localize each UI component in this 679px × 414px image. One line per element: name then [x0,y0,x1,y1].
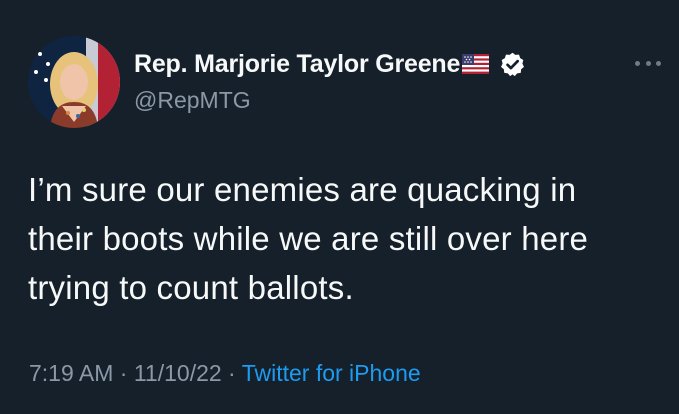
tweet-text-line: their boots while we are still over here [28,220,589,257]
tweet-text-line: I’m sure our enemies are quacking in [28,171,577,208]
tweet-metadata: 7:19 AM · 11/10/22 · Twitter for iPhone [29,357,421,389]
more-dot [645,60,651,66]
author-display-name[interactable]: Rep. Marjorie Taylor Greene [134,50,460,79]
avatar-photo [28,36,120,128]
meta-separator: · [221,360,242,386]
tweet-date[interactable]: 11/10/22 [134,360,222,386]
more-dot [656,60,661,66]
us-flag-emoji [462,54,490,74]
author-handle[interactable]: @RepMTG [134,85,609,115]
more-dot [635,60,640,66]
meta-separator: · [113,360,134,386]
name-row: Rep. Marjorie Taylor Greene [134,47,609,81]
tweet-text: I’m sure our enemies are quacking in the… [28,165,668,312]
verified-badge-icon [499,51,526,78]
tweet-card: Rep. Marjorie Taylor Greene @RepMTG I’m … [0,0,679,414]
tweet-time[interactable]: 7:19 AM [29,360,113,386]
author-identity: Rep. Marjorie Taylor Greene @RepMTG [134,47,609,115]
tweet-source-link[interactable]: Twitter for iPhone [242,360,421,386]
author-avatar[interactable] [28,36,120,128]
tweet-text-line: trying to count ballots. [28,269,354,306]
more-options-icon[interactable] [635,55,661,71]
